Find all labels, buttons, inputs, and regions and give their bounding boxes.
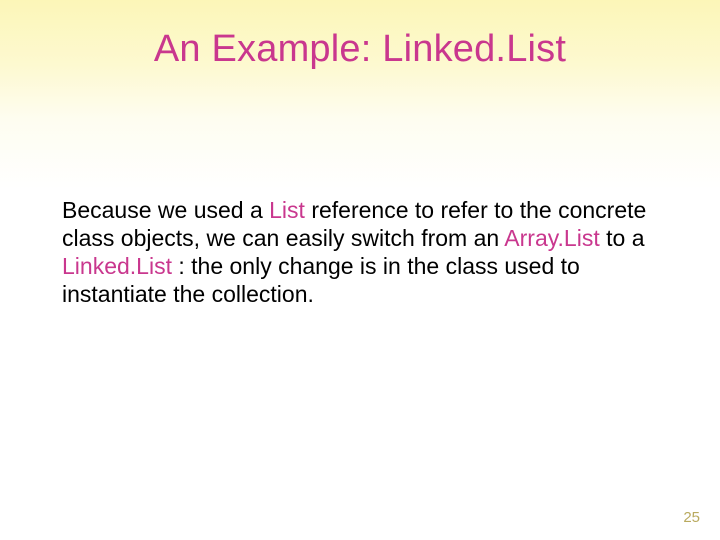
highlight-linkedlist: Linked.List: [62, 253, 172, 279]
highlight-arraylist: Array.List: [504, 225, 599, 251]
highlight-list: List: [269, 197, 305, 223]
slide: An Example: Linked.List Because we used …: [0, 0, 720, 540]
body-text-1: Because we used a: [62, 197, 269, 223]
slide-body: Because we used a List reference to refe…: [62, 196, 660, 308]
page-number: 25: [683, 509, 700, 526]
body-text-3: to a: [600, 225, 645, 251]
slide-title: An Example: Linked.List: [0, 28, 720, 71]
